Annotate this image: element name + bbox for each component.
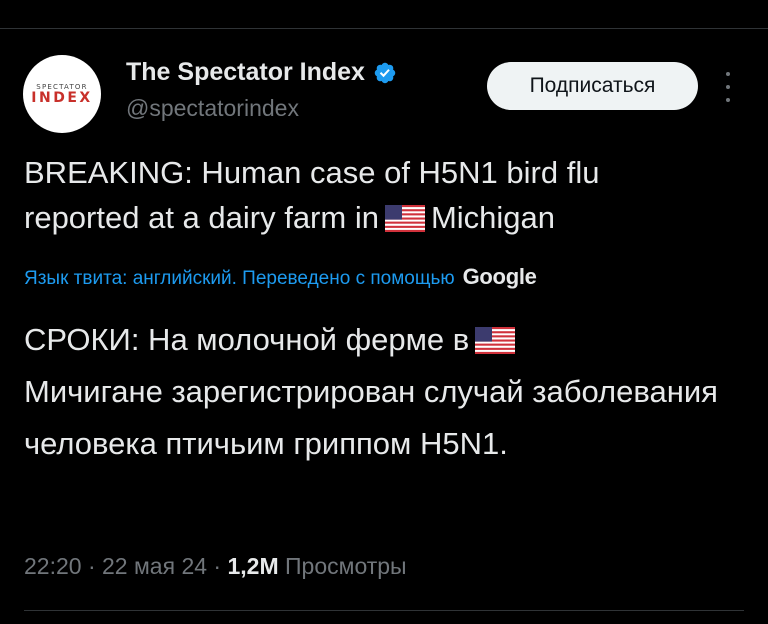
avatar-logo-text-bottom: INDEX xyxy=(31,89,93,106)
bottom-divider xyxy=(24,610,744,611)
views-label: Просмотры xyxy=(285,553,407,579)
author-display-name[interactable]: The Spectator Index xyxy=(126,58,365,87)
subscribe-button[interactable]: Подписаться xyxy=(487,62,698,110)
us-flag-icon xyxy=(475,327,516,354)
author-handle[interactable]: @spectatorindex xyxy=(126,95,299,122)
more-options-icon[interactable] xyxy=(720,72,736,102)
tweet-line-2-text: reported at a dairy farm in xyxy=(24,200,379,235)
author-name-row[interactable]: The Spectator Index xyxy=(126,58,397,87)
verified-badge-icon xyxy=(374,62,396,83)
tweet-line-2: reported at a dairy farm in Michigan xyxy=(24,195,744,240)
tweet-time[interactable]: 22:20 xyxy=(24,553,82,579)
top-divider xyxy=(0,28,768,29)
tweet-line-1: BREAKING: Human case of H5N1 bird flu xyxy=(24,155,600,190)
tweet-date[interactable]: 22 мая 24 xyxy=(102,553,207,579)
translated-text-rest: Мичигане зарегистрирован случай заболева… xyxy=(24,374,718,461)
avatar[interactable]: SPECTATOR INDEX xyxy=(23,55,101,133)
translation-notice[interactable]: Язык твита: английский. Переведено с пом… xyxy=(24,264,754,290)
us-flag-icon xyxy=(384,205,425,232)
tweet-line-2-location: Michigan xyxy=(430,200,556,235)
translation-label[interactable]: Язык твита: английский. Переведено с пом… xyxy=(24,268,455,290)
meta-separator: · xyxy=(87,553,96,579)
dot xyxy=(726,98,730,102)
translated-tweet-text: СРОКИ: На молочной ферме в Мичигане заре… xyxy=(24,314,744,470)
tweet-text: BREAKING: Human case of H5N1 bird flu re… xyxy=(24,150,744,240)
translated-text-start: СРОКИ: На молочной ферме в xyxy=(24,322,470,357)
meta-separator: · xyxy=(213,553,222,579)
views-count[interactable]: 1,2M xyxy=(227,553,278,579)
dot xyxy=(726,85,730,89)
google-logo: Google xyxy=(462,264,537,289)
tweet-meta: 22:20 · 22 мая 24 · 1,2M Просмотры xyxy=(24,553,407,580)
dot xyxy=(726,72,730,76)
